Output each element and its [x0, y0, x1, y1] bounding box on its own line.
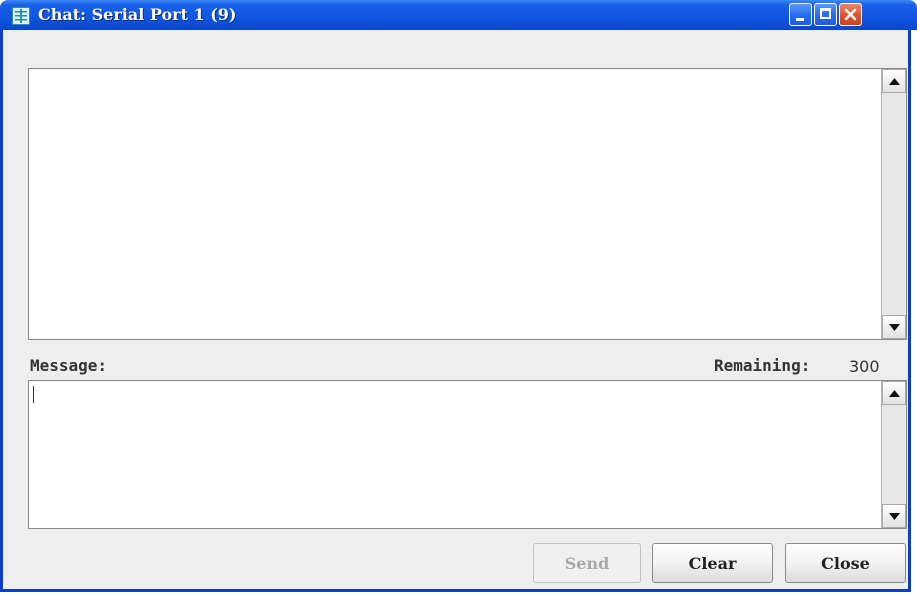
scroll-up-button[interactable] [882, 381, 906, 405]
history-scrollbar[interactable] [881, 69, 906, 339]
arrow-down-icon [889, 513, 900, 520]
window-title: Chat: Serial Port 1 (9) [38, 5, 237, 24]
chat-history-area[interactable] [28, 68, 907, 340]
text-caret [33, 386, 34, 403]
scroll-down-button[interactable] [882, 504, 906, 528]
scroll-down-button[interactable] [882, 315, 906, 339]
maximize-icon[interactable] [814, 3, 837, 26]
clear-button[interactable]: Clear [652, 543, 773, 583]
arrow-up-icon [889, 78, 900, 85]
scroll-track[interactable] [882, 93, 906, 315]
arrow-down-icon [889, 324, 900, 331]
message-label: Message: [30, 356, 108, 375]
message-input[interactable] [28, 380, 907, 529]
close-icon[interactable] [839, 3, 862, 26]
remaining-label: Remaining: [714, 356, 811, 375]
arrow-up-icon [889, 390, 900, 397]
message-scrollbar[interactable] [881, 381, 906, 528]
title-bar[interactable]: Chat: Serial Port 1 (9) [0, 0, 917, 30]
chat-app-icon [12, 7, 30, 25]
remaining-count: 300 [849, 357, 880, 376]
chat-window: Chat: Serial Port 1 (9) Message: Remaini… [0, 0, 917, 592]
close-button[interactable]: Close [785, 543, 906, 583]
scroll-up-button[interactable] [882, 69, 906, 93]
minimize-icon[interactable] [789, 3, 812, 26]
send-button[interactable]: Send [533, 543, 641, 583]
scroll-track[interactable] [882, 405, 906, 504]
